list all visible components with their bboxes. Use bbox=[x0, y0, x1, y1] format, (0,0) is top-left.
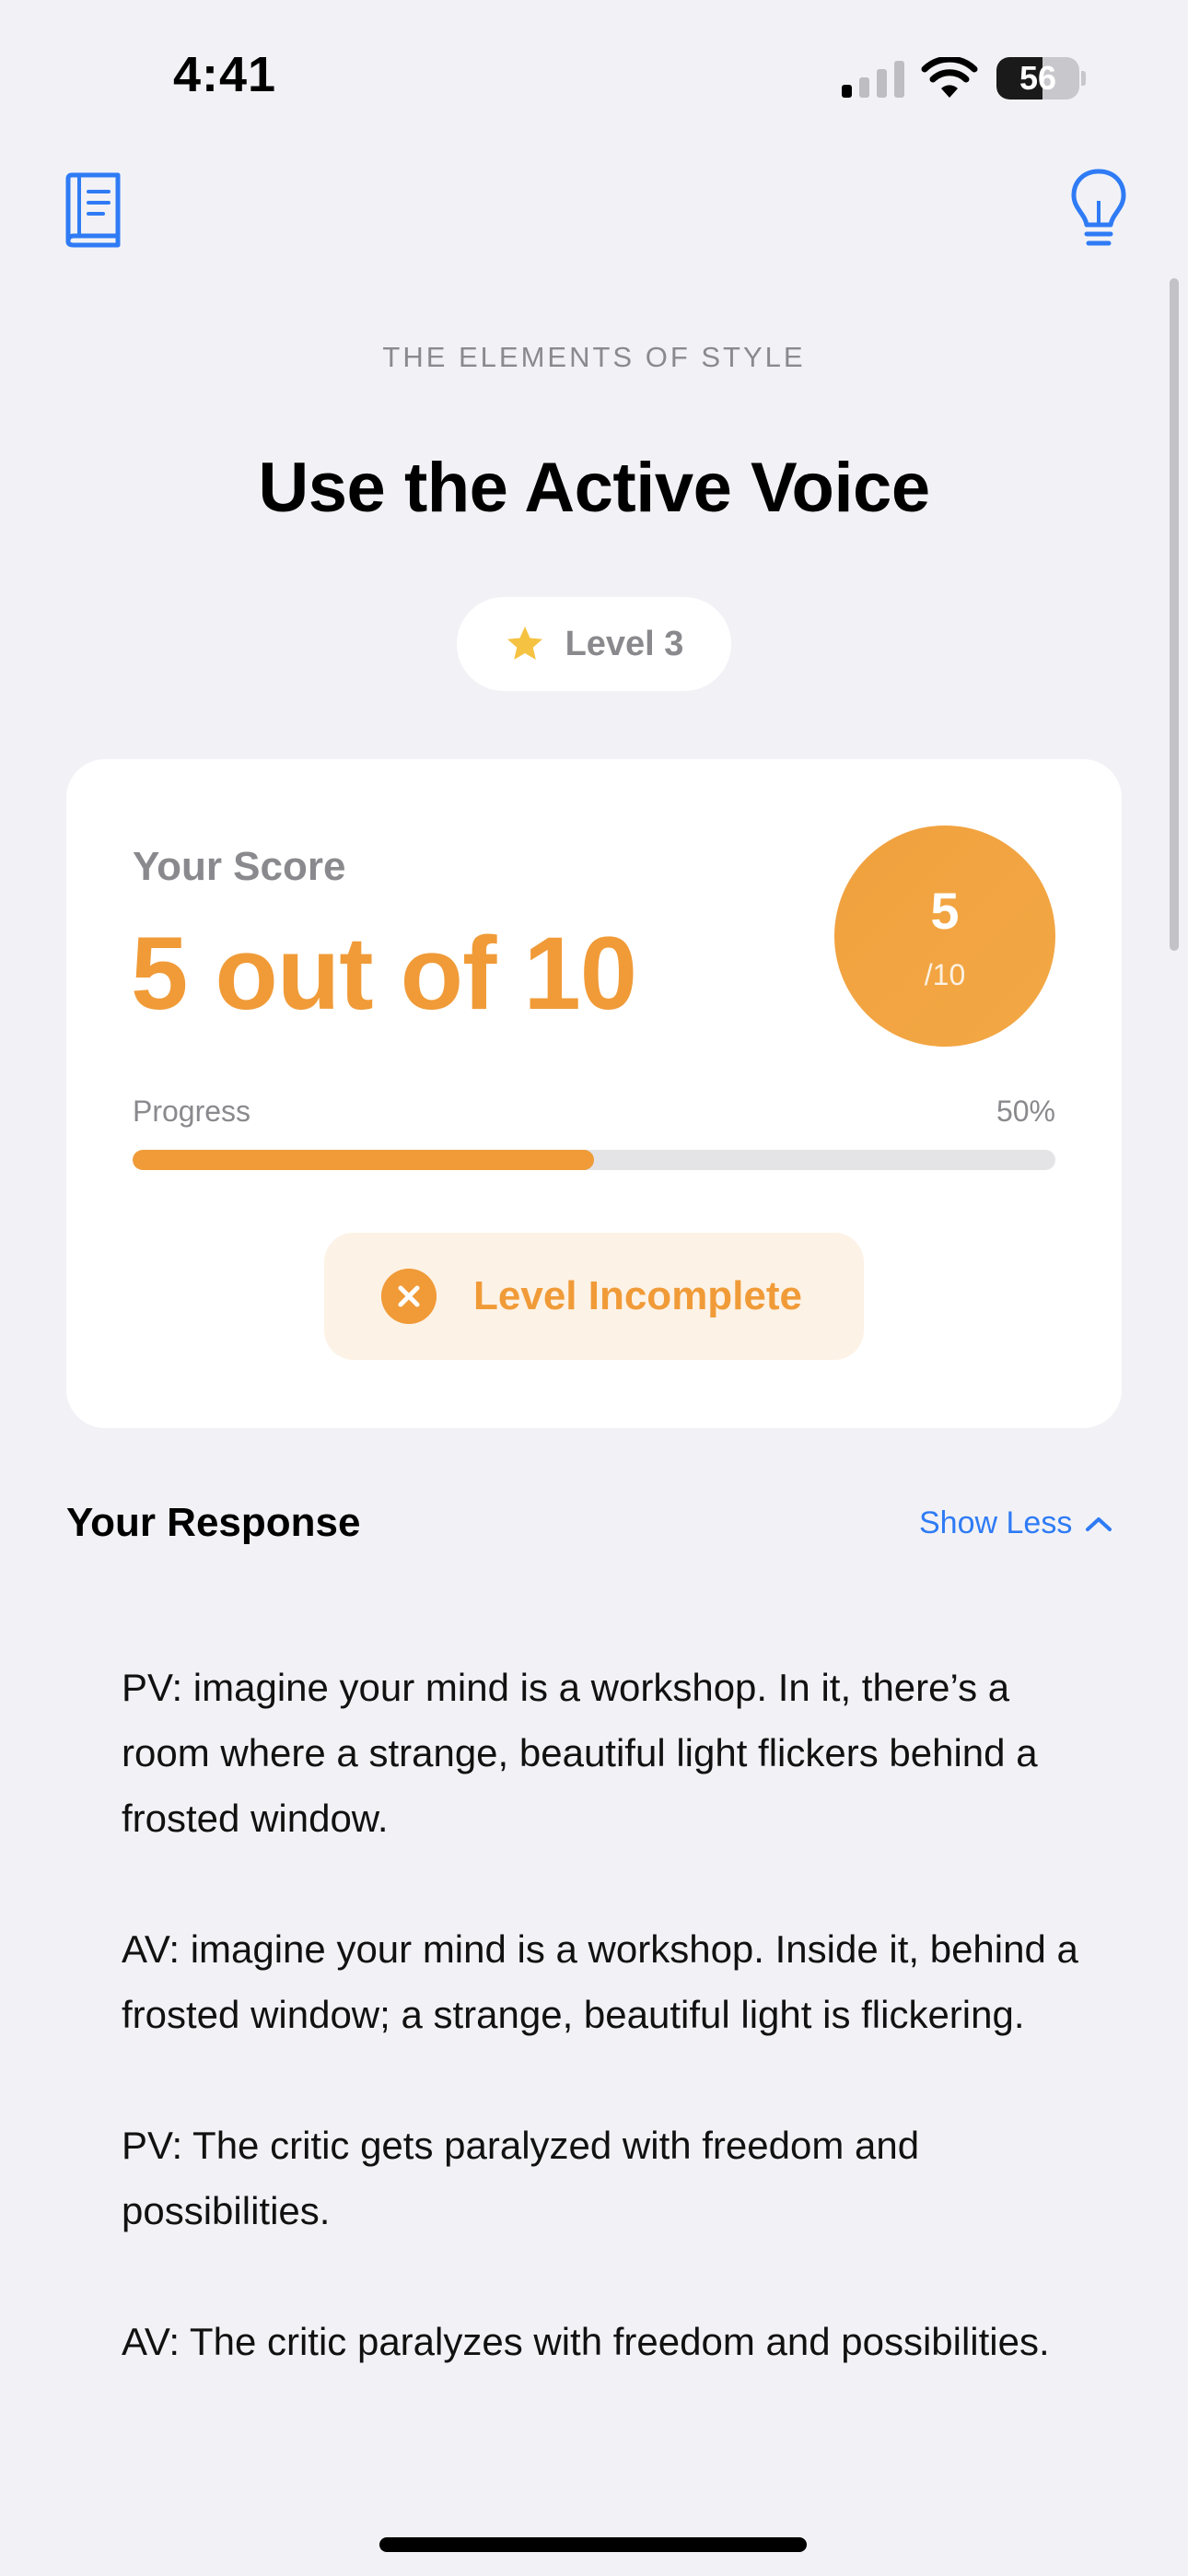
page-title: Use the Active Voice bbox=[258, 449, 930, 527]
scroll-indicator[interactable] bbox=[1170, 278, 1179, 951]
lightbulb-icon[interactable] bbox=[1070, 168, 1127, 252]
book-icon[interactable] bbox=[61, 171, 125, 249]
show-less-button[interactable]: Show Less bbox=[919, 1505, 1112, 1541]
score-label: Your Score bbox=[133, 844, 346, 889]
score-circle: 5 /10 bbox=[834, 825, 1055, 1047]
screen: 4:41 56 THE ELEMENTS OF STYLE Use the Ac… bbox=[0, 0, 1188, 2576]
level-status-text: Level Incomplete bbox=[473, 1273, 803, 1318]
progress-percent: 50% bbox=[996, 1095, 1055, 1128]
x-circle-icon bbox=[381, 1269, 437, 1324]
score-circle-number: 5 bbox=[930, 882, 960, 940]
status-time: 4:41 bbox=[173, 47, 277, 102]
response-paragraph: PV: imagine your mind is a workshop. In … bbox=[122, 1666, 1038, 1840]
chevron-up-icon bbox=[1086, 1516, 1112, 1531]
show-less-label: Show Less bbox=[919, 1505, 1073, 1540]
response-text: PV: imagine your mind is a workshop. In … bbox=[122, 1655, 1089, 2440]
score-value: 5 out of 10 bbox=[131, 916, 637, 1031]
battery-level: 56 bbox=[1019, 59, 1057, 97]
score-circle-denominator: /10 bbox=[924, 958, 966, 991]
progress-bar-fill bbox=[133, 1150, 594, 1170]
response-paragraph: AV: The critic paralyzes with freedom an… bbox=[122, 2320, 1050, 2363]
home-indicator[interactable] bbox=[379, 2537, 807, 2552]
star-icon bbox=[507, 626, 542, 660]
wifi-icon bbox=[921, 57, 978, 98]
response-paragraph: PV: The critic gets paralyzed with freed… bbox=[122, 2124, 920, 2232]
book-subtitle: THE ELEMENTS OF STYLE bbox=[382, 341, 806, 373]
level-label: Level 3 bbox=[565, 624, 684, 663]
cellular-signal-icon bbox=[842, 61, 904, 98]
response-heading: Your Response bbox=[66, 1500, 361, 1545]
progress-label: Progress bbox=[133, 1095, 251, 1128]
battery-icon: 56 bbox=[996, 57, 1086, 100]
response-paragraph: AV: imagine your mind is a workshop. Ins… bbox=[122, 1927, 1078, 2036]
progress-bar bbox=[133, 1150, 1055, 1170]
level-status-chip: Level Incomplete bbox=[324, 1233, 864, 1360]
score-card: Your Score 5 out of 10 5 /10 Progress 50… bbox=[66, 759, 1122, 1428]
level-badge: Level 3 bbox=[457, 597, 731, 691]
